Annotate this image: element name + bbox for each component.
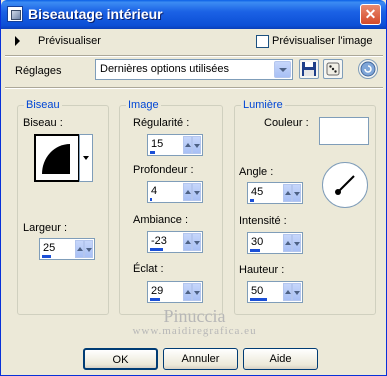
elevation-label: Hauteur :	[239, 264, 285, 276]
ambience-level-bar	[150, 248, 163, 251]
intensity-stepper[interactable]	[283, 234, 301, 252]
randomize-button[interactable]	[323, 59, 343, 79]
settings-selected-value: Dernières options utilisées	[100, 63, 230, 75]
ambience-spinner[interactable]: -23	[147, 231, 203, 253]
reset-icon	[360, 61, 376, 77]
save-settings-button[interactable]	[299, 59, 319, 79]
bevel-shape-preview[interactable]	[34, 134, 80, 182]
window-title: Biseautage intérieur	[28, 6, 163, 22]
shininess-value[interactable]: 29	[151, 285, 163, 297]
depth-level-bar	[150, 198, 152, 201]
elevation-stepper[interactable]	[283, 283, 301, 301]
bevel-shape-icon	[42, 144, 70, 174]
expand-arrow-icon[interactable]	[15, 36, 20, 46]
ambience-label: Ambiance :	[133, 214, 189, 226]
dialog-window: Biseautage intérieur ✕ Prévisualiser Pré…	[0, 0, 387, 376]
angle-level-bar	[250, 199, 254, 202]
angle-stepper[interactable]	[283, 184, 301, 202]
angle-dial-icon	[335, 175, 355, 195]
width-level-bar	[42, 255, 51, 258]
angle-label: Angle :	[239, 166, 274, 178]
light-color-swatch[interactable]	[319, 117, 369, 145]
elevation-spinner[interactable]: 50	[247, 281, 303, 303]
elevation-value[interactable]: 50	[251, 285, 263, 297]
depth-label: Profondeur :	[133, 164, 194, 176]
smoothness-stepper[interactable]	[183, 136, 201, 154]
width-stepper[interactable]	[75, 240, 93, 258]
elevation-level-bar	[250, 298, 267, 301]
chevron-down-icon[interactable]	[274, 61, 291, 78]
settings-label: Réglages	[15, 65, 62, 77]
preview-label[interactable]: Prévisualiser	[38, 35, 101, 47]
intensity-label: Intensité :	[239, 215, 287, 227]
cancel-button[interactable]: Annuler	[163, 348, 238, 370]
shininess-label: Éclat :	[133, 263, 164, 275]
dice-icon	[326, 62, 340, 76]
watermark-site: www.maidiregrafica.eu	[132, 325, 257, 337]
depth-spinner[interactable]: 4	[147, 181, 203, 203]
bevel-label: Biseau :	[23, 117, 63, 129]
smoothness-spinner[interactable]: 15	[147, 134, 203, 156]
smoothness-label: Régularité :	[133, 117, 190, 129]
width-value[interactable]: 25	[43, 242, 55, 254]
depth-value[interactable]: 4	[151, 185, 157, 197]
ok-button[interactable]: OK	[83, 348, 158, 370]
intensity-spinner[interactable]: 30	[247, 232, 303, 254]
image-group-title: Image	[126, 99, 161, 111]
shininess-level-bar	[150, 298, 160, 301]
preview-image-checkbox[interactable]	[256, 35, 269, 48]
ambience-value[interactable]: -23	[151, 235, 167, 247]
divider	[5, 87, 383, 89]
intensity-level-bar	[250, 249, 260, 252]
angle-value[interactable]: 45	[251, 186, 263, 198]
shininess-stepper[interactable]	[183, 283, 201, 301]
divider	[5, 55, 383, 57]
reset-button[interactable]	[358, 59, 378, 79]
preview-image-label[interactable]: Prévisualiser l'image	[272, 35, 373, 47]
ambience-stepper[interactable]	[183, 233, 201, 251]
intensity-value[interactable]: 30	[251, 236, 263, 248]
smoothness-value[interactable]: 15	[151, 138, 163, 150]
help-button[interactable]: Aide	[243, 348, 318, 370]
angle-spinner[interactable]: 45	[247, 182, 303, 204]
title-bar[interactable]: Biseautage intérieur ✕	[1, 0, 386, 29]
floppy-disk-icon	[302, 62, 316, 76]
angle-dial[interactable]	[322, 162, 368, 208]
settings-dropdown[interactable]: Dernières options utilisées	[95, 59, 293, 80]
bevel-group-title: Biseau	[24, 99, 62, 111]
color-label: Couleur :	[264, 117, 309, 129]
app-icon	[7, 6, 23, 22]
smoothness-level-bar	[150, 151, 155, 154]
width-spinner[interactable]: 25	[39, 238, 95, 260]
width-label: Largeur :	[23, 222, 68, 234]
shininess-spinner[interactable]: 29	[147, 281, 203, 303]
depth-stepper[interactable]	[183, 183, 201, 201]
bevel-shape-dropdown[interactable]	[79, 134, 93, 182]
watermark-name: Pinuccia	[163, 306, 226, 326]
close-button[interactable]: ✕	[360, 4, 381, 25]
light-group-title: Lumière	[241, 99, 285, 111]
